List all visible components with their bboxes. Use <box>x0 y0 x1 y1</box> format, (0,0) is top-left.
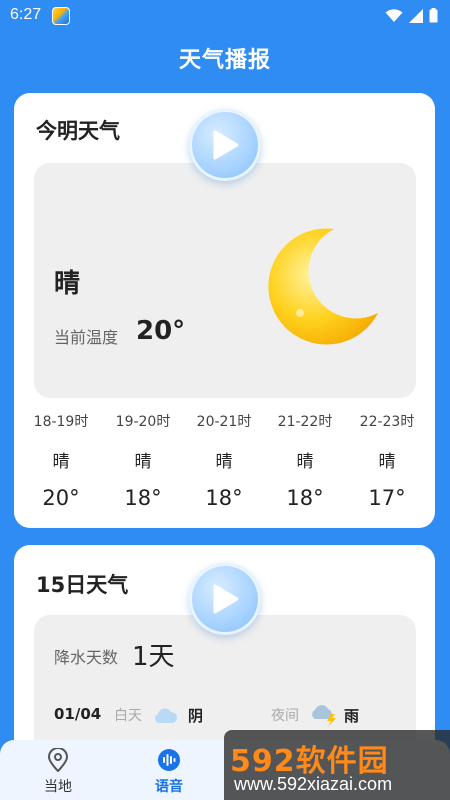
night-label: 夜间 <box>271 708 299 724</box>
fifteen-day-title: 15日天气 <box>36 573 129 597</box>
voice-wave-icon <box>158 749 180 771</box>
hour-temp: 18° <box>286 486 324 510</box>
status-bar: 6:27 <box>0 0 450 32</box>
page-title: 天气播报 <box>178 48 271 73</box>
hour-range: 20-21时 <box>196 414 252 430</box>
thunderstorm-icon <box>312 705 336 727</box>
tab-local[interactable]: 当地 <box>28 748 88 796</box>
day-label: 白天 <box>114 708 142 724</box>
tab-voice-label: 语音 <box>155 779 183 795</box>
hour-range: 22-23时 <box>359 414 415 430</box>
signal-icon <box>409 8 423 23</box>
location-pin-icon <box>47 748 69 772</box>
hour-condition: 晴 <box>296 452 314 472</box>
rain-days-label: 降水天数 <box>54 648 119 667</box>
cloud-icon <box>155 708 178 723</box>
hourly-item: 20-21时 晴 18° <box>183 411 265 510</box>
today-weather-card: 今明天气 晴 当前温度 20° 18-19时 晴 20° 19-20时 晴 18… <box>14 93 435 528</box>
tab-local-label: 当地 <box>44 779 72 795</box>
hourly-item: 22-23时 晴 17° <box>346 411 428 510</box>
site-watermark: 592软件园 www.592xiazai.com <box>224 730 450 800</box>
fifteen-day-play-button[interactable] <box>189 563 261 635</box>
today-play-button[interactable] <box>189 109 261 181</box>
day-condition: 阴 <box>188 707 204 725</box>
hourly-item: 19-20时 晴 18° <box>102 411 184 510</box>
tab-voice[interactable]: 语音 <box>139 748 199 796</box>
hour-range: 18-19时 <box>33 414 89 430</box>
hour-condition: 晴 <box>215 452 233 472</box>
hour-temp: 18° <box>124 486 162 510</box>
wifi-icon <box>385 8 403 22</box>
play-icon <box>213 584 239 614</box>
hour-range: 21-22时 <box>277 414 333 430</box>
play-icon <box>213 130 239 160</box>
system-icons <box>385 8 438 23</box>
current-temp-value: 20° <box>136 316 186 346</box>
watermark-url: www.592xiazai.com <box>234 774 393 794</box>
hour-condition: 晴 <box>378 452 396 472</box>
crescent-moon-icon <box>268 228 378 345</box>
hour-condition: 晴 <box>52 452 70 472</box>
today-weather-title: 今明天气 <box>36 119 120 143</box>
hour-temp: 20° <box>42 486 80 510</box>
weather-app-icon <box>52 7 70 25</box>
hour-temp: 18° <box>205 486 243 510</box>
hour-condition: 晴 <box>134 452 152 472</box>
battery-icon <box>429 8 438 23</box>
hourly-item: 18-19时 晴 20° <box>20 411 102 510</box>
forecast-day-row[interactable]: 01/04 白天 阴 夜间 雨 <box>54 705 404 729</box>
current-condition: 晴 <box>54 269 81 299</box>
forecast-date: 01/04 <box>54 705 102 723</box>
current-weather-panel: 晴 当前温度 20° <box>34 163 416 398</box>
rain-days-value: 1天 <box>132 642 175 672</box>
hour-temp: 17° <box>368 486 406 510</box>
night-condition: 雨 <box>344 707 360 725</box>
hour-range: 19-20时 <box>115 414 171 430</box>
status-time: 6:27 <box>10 6 42 23</box>
hourly-item: 21-22时 晴 18° <box>264 411 346 510</box>
current-temp-label: 当前温度 <box>54 328 119 347</box>
